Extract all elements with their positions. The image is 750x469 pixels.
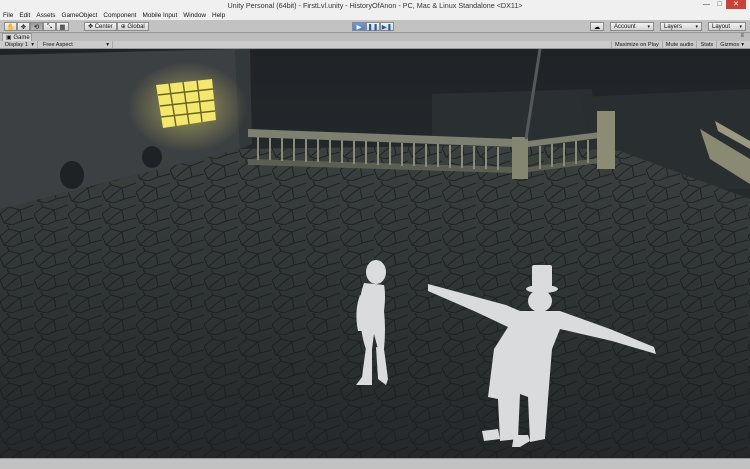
play-button[interactable]: ▶ xyxy=(352,22,366,31)
mute-audio-toggle[interactable]: Mute audio xyxy=(661,41,697,48)
close-button[interactable]: ✕ xyxy=(726,0,746,9)
menu-assets[interactable]: Assets xyxy=(36,12,55,19)
minimize-button[interactable]: — xyxy=(700,0,713,9)
space-label: Global xyxy=(127,23,145,30)
move-tool-icon[interactable]: ✥ xyxy=(17,22,30,31)
pivot-center-button[interactable]: ✥ Center xyxy=(84,22,117,31)
window-controls: — □ ✕ xyxy=(700,0,746,9)
game-view-options: Maximize on Play Mute audio Stats Gizmos… xyxy=(610,41,747,48)
window-title: Unity Personal (64bit) - FirstLvl.unity … xyxy=(227,1,523,10)
hand-tool-icon[interactable]: ✋ xyxy=(4,22,17,31)
cloud-icon[interactable]: ☁ xyxy=(590,22,604,31)
stats-toggle[interactable]: Stats xyxy=(696,41,716,48)
maximize-button[interactable]: □ xyxy=(713,0,726,9)
game-tab-label: Game xyxy=(13,34,30,41)
layout-label: Layout xyxy=(712,23,731,30)
display-dropdown[interactable]: Display 1 ▾ xyxy=(2,41,38,48)
chevron-down-icon: ▾ xyxy=(647,23,650,30)
display-label: Display 1 xyxy=(5,41,29,48)
title-bar: Unity Personal (64bit) - FirstLvl.unity … xyxy=(0,0,750,11)
tab-row: ▣ Game ≡ xyxy=(0,33,750,41)
layers-dropdown[interactable]: Layers ▾ xyxy=(660,22,702,31)
chevron-down-icon: ▾ xyxy=(31,41,34,48)
menu-component[interactable]: Component xyxy=(103,12,136,19)
aspect-dropdown[interactable]: Free Aspect ▾ xyxy=(40,41,113,48)
menu-window[interactable]: Window xyxy=(183,12,206,19)
transform-tools: ✋ ✥ ⟲ ⤡ ▦ xyxy=(4,22,69,31)
barrel xyxy=(142,146,162,168)
account-dropdown[interactable]: Account ▾ xyxy=(610,22,654,31)
chevron-down-icon: ▾ xyxy=(741,41,744,48)
right-toolbar: ☁ Account ▾ Layers ▾ Layout ▾ xyxy=(590,22,746,31)
pause-button[interactable]: ❚❚ xyxy=(366,22,380,31)
game-viewport[interactable] xyxy=(0,49,750,458)
global-icon: ⊕ xyxy=(120,24,126,30)
layout-dropdown[interactable]: Layout ▾ xyxy=(708,22,746,31)
game-icon: ▣ xyxy=(6,35,12,41)
scale-tool-icon[interactable]: ⤡ xyxy=(43,22,56,31)
maximize-on-play-toggle[interactable]: Maximize on Play xyxy=(610,41,662,48)
tab-game[interactable]: ▣ Game xyxy=(2,33,32,41)
pivot-icon: ✥ xyxy=(88,24,94,30)
status-bar xyxy=(0,458,750,469)
menu-bar: File Edit Assets GameObject Component Mo… xyxy=(0,11,750,20)
menu-edit[interactable]: Edit xyxy=(19,12,30,19)
chevron-down-icon: ▾ xyxy=(106,41,109,48)
pivot-label: Center xyxy=(94,23,113,30)
game-view-toolbar: Display 1 ▾ Free Aspect ▾ Maximize on Pl… xyxy=(0,41,750,49)
step-button[interactable]: ▶❚ xyxy=(380,22,394,31)
lit-window xyxy=(156,79,216,128)
menu-gameobject[interactable]: GameObject xyxy=(62,12,98,19)
space-global-button[interactable]: ⊕ Global xyxy=(116,22,149,31)
rect-tool-icon[interactable]: ▦ xyxy=(56,22,69,31)
menu-mobile-input[interactable]: Mobile Input xyxy=(142,12,177,19)
rotate-tool-icon[interactable]: ⟲ xyxy=(30,22,43,31)
tab-menu-icon[interactable]: ≡ xyxy=(740,33,744,39)
layers-label: Layers xyxy=(664,23,683,30)
menu-help[interactable]: Help xyxy=(212,12,225,19)
scene-render xyxy=(0,49,750,458)
gizmos-dropdown[interactable]: Gizmos ▾ xyxy=(716,41,747,48)
chevron-down-icon: ▾ xyxy=(695,23,698,30)
aspect-label: Free Aspect xyxy=(43,41,73,48)
pivot-controls: ✥ Center ⊕ Global xyxy=(84,22,149,31)
gizmos-label: Gizmos xyxy=(720,41,740,48)
chevron-down-icon: ▾ xyxy=(739,23,742,30)
play-controls: ▶ ❚❚ ▶❚ xyxy=(352,22,394,31)
menu-file[interactable]: File xyxy=(3,12,13,19)
main-toolbar: ✋ ✥ ⟲ ⤡ ▦ ✥ Center ⊕ Global ▶ ❚❚ ▶❚ ☁ Ac… xyxy=(0,20,750,33)
account-label: Account xyxy=(614,23,636,30)
barrel xyxy=(60,161,84,189)
